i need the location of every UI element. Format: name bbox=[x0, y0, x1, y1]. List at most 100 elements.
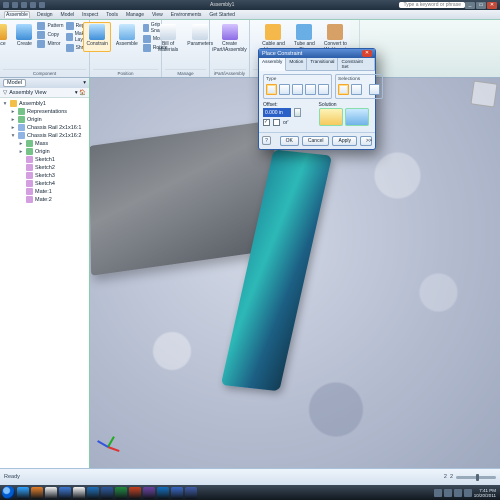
tree-twisty-icon[interactable]: ▾ bbox=[2, 101, 8, 107]
qat-icon[interactable] bbox=[21, 2, 27, 8]
dialog-tab-motion[interactable]: Motion bbox=[286, 58, 307, 70]
taskbar-app-icon[interactable] bbox=[17, 487, 29, 499]
maximize-button[interactable]: ▭ bbox=[476, 2, 486, 9]
tree-node[interactable]: ▾Chassis Rail 2x1x16:2 bbox=[2, 132, 87, 140]
solution-mate-button[interactable] bbox=[319, 108, 343, 126]
tree-node[interactable]: ▸Representations bbox=[2, 108, 87, 116]
offset-field[interactable]: 0.000 in bbox=[263, 108, 291, 117]
dialog-close-button[interactable]: ✕ bbox=[362, 50, 372, 57]
chassis-rail-geometry[interactable] bbox=[90, 120, 276, 276]
tree-node[interactable]: ▸Mass bbox=[2, 140, 87, 148]
taskbar-app-icon[interactable] bbox=[73, 487, 85, 499]
dialog-info-button[interactable]: ? bbox=[262, 136, 271, 145]
mirror-button[interactable]: Mirror bbox=[37, 40, 60, 48]
tab-view[interactable]: View bbox=[151, 12, 164, 18]
dialog-titlebar[interactable]: Place Constraint ✕ bbox=[259, 49, 375, 58]
cancel-button[interactable]: Cancel bbox=[302, 136, 330, 146]
browser-tab-model[interactable]: Model bbox=[3, 79, 26, 87]
taskbar-app-icon[interactable] bbox=[45, 487, 57, 499]
tab-get-started[interactable]: Get Started bbox=[208, 12, 236, 18]
qat-icon[interactable] bbox=[12, 2, 18, 8]
tree-node[interactable]: Mate:2 bbox=[2, 196, 87, 204]
solution-flush-button[interactable] bbox=[345, 108, 369, 126]
tree-twisty-icon[interactable]: ▸ bbox=[18, 141, 24, 147]
tree-node[interactable]: ▸Origin bbox=[2, 116, 87, 124]
tray-icon[interactable] bbox=[454, 489, 462, 497]
create-ipart-button[interactable]: Create iPart/iAssembly bbox=[209, 22, 249, 55]
taskbar-app-icon[interactable] bbox=[157, 487, 169, 499]
expand-button[interactable]: >> bbox=[360, 136, 372, 146]
type-mate-button[interactable] bbox=[266, 84, 277, 95]
tab-environments[interactable]: Environments bbox=[170, 12, 203, 18]
start-button[interactable] bbox=[2, 486, 15, 499]
close-button[interactable]: ✕ bbox=[487, 2, 497, 9]
tree-twisty-icon[interactable]: ▸ bbox=[18, 149, 24, 155]
tree-node[interactable]: Mate:1 bbox=[2, 188, 87, 196]
offset-spinner[interactable] bbox=[294, 108, 301, 117]
copy-button[interactable]: Copy bbox=[37, 31, 59, 39]
type-tangent-button[interactable] bbox=[292, 84, 303, 95]
type-symmetry-button[interactable] bbox=[318, 84, 329, 95]
taskbar-app-icon[interactable] bbox=[143, 487, 155, 499]
preview-checkbox[interactable] bbox=[263, 119, 270, 126]
dialog-tab-assembly[interactable]: Assembly bbox=[259, 58, 286, 71]
ribbon-group-component: Place Create Pattern Copy Mirror Replace… bbox=[0, 20, 90, 77]
dialog-tab-constraint-set[interactable]: Constraint Set bbox=[338, 58, 375, 70]
tray-icon[interactable] bbox=[434, 489, 442, 497]
status-bar: Ready 2 2 bbox=[0, 468, 500, 485]
tree-node[interactable]: ▾Assembly1 bbox=[2, 100, 87, 108]
apply-button[interactable]: Apply bbox=[332, 136, 357, 146]
tree-node[interactable]: ▸Origin bbox=[2, 148, 87, 156]
tab-tools[interactable]: Tools bbox=[105, 12, 119, 18]
tab-assemble[interactable]: Assemble bbox=[4, 11, 30, 18]
tree-node[interactable]: ▸Chassis Rail 2x1x16:1 bbox=[2, 124, 87, 132]
tree-node[interactable]: Sketch1 bbox=[2, 156, 87, 164]
tree-node[interactable]: Sketch4 bbox=[2, 180, 87, 188]
tray-icon[interactable] bbox=[464, 489, 472, 497]
tab-inspect[interactable]: Inspect bbox=[81, 12, 99, 18]
system-tray[interactable]: 7:41 PM 10/20/2011 bbox=[434, 488, 498, 498]
model-tree[interactable]: ▾Assembly1▸Representations▸Origin▸Chassi… bbox=[0, 98, 89, 468]
taskbar-app-icon[interactable] bbox=[171, 487, 183, 499]
tree-twisty-icon[interactable]: ▸ bbox=[10, 109, 16, 115]
qat-icon[interactable] bbox=[3, 2, 9, 8]
quick-access-toolbar[interactable] bbox=[3, 2, 45, 8]
browser-view-selector[interactable]: ▽ Assembly View ▾ 🏠 bbox=[0, 88, 89, 98]
qat-icon[interactable] bbox=[30, 2, 36, 8]
predict-checkbox[interactable] bbox=[273, 119, 280, 126]
pick-part-toggle[interactable] bbox=[369, 84, 380, 95]
taskbar-app-icon[interactable] bbox=[31, 487, 43, 499]
zoom-slider[interactable] bbox=[456, 476, 496, 479]
selection-1-button[interactable] bbox=[338, 84, 349, 95]
tree-node[interactable]: Sketch2 bbox=[2, 164, 87, 172]
dialog-tab-transitional[interactable]: Transitional bbox=[307, 58, 338, 70]
place-button[interactable]: Place bbox=[0, 22, 10, 52]
tree-twisty-icon[interactable]: ▸ bbox=[10, 117, 16, 123]
selection-2-button[interactable] bbox=[351, 84, 362, 95]
taskbar-clock[interactable]: 7:41 PM 10/20/2011 bbox=[474, 488, 496, 498]
type-insert-button[interactable] bbox=[305, 84, 316, 95]
tab-manage[interactable]: Manage bbox=[125, 12, 145, 18]
tab-design[interactable]: Design bbox=[36, 12, 54, 18]
tree-twisty-icon[interactable]: ▸ bbox=[10, 125, 16, 131]
type-angle-button[interactable] bbox=[279, 84, 290, 95]
create-button[interactable]: Create bbox=[13, 22, 35, 52]
taskbar-app-icon[interactable] bbox=[185, 487, 197, 499]
tree-node[interactable]: Sketch3 bbox=[2, 172, 87, 180]
minimize-button[interactable]: _ bbox=[465, 2, 475, 9]
tree-twisty-icon[interactable]: ▾ bbox=[10, 133, 16, 139]
pattern-button[interactable]: Pattern bbox=[37, 22, 63, 30]
taskbar-app-icon[interactable] bbox=[115, 487, 127, 499]
view-cube[interactable] bbox=[470, 80, 497, 107]
assemble-button[interactable]: Assemble bbox=[113, 22, 141, 52]
taskbar-app-icon[interactable] bbox=[59, 487, 71, 499]
tab-model[interactable]: Model bbox=[60, 12, 76, 18]
taskbar-app-icon[interactable] bbox=[87, 487, 99, 499]
taskbar-app-icon[interactable] bbox=[129, 487, 141, 499]
constrain-button[interactable]: Constrain bbox=[83, 22, 110, 52]
taskbar-app-icon[interactable] bbox=[101, 487, 113, 499]
bom-button[interactable]: Bill of Materials bbox=[155, 22, 181, 55]
tray-icon[interactable] bbox=[444, 489, 452, 497]
help-search[interactable]: Type a keyword or phrase bbox=[399, 2, 465, 8]
ok-button[interactable]: OK bbox=[280, 136, 299, 146]
